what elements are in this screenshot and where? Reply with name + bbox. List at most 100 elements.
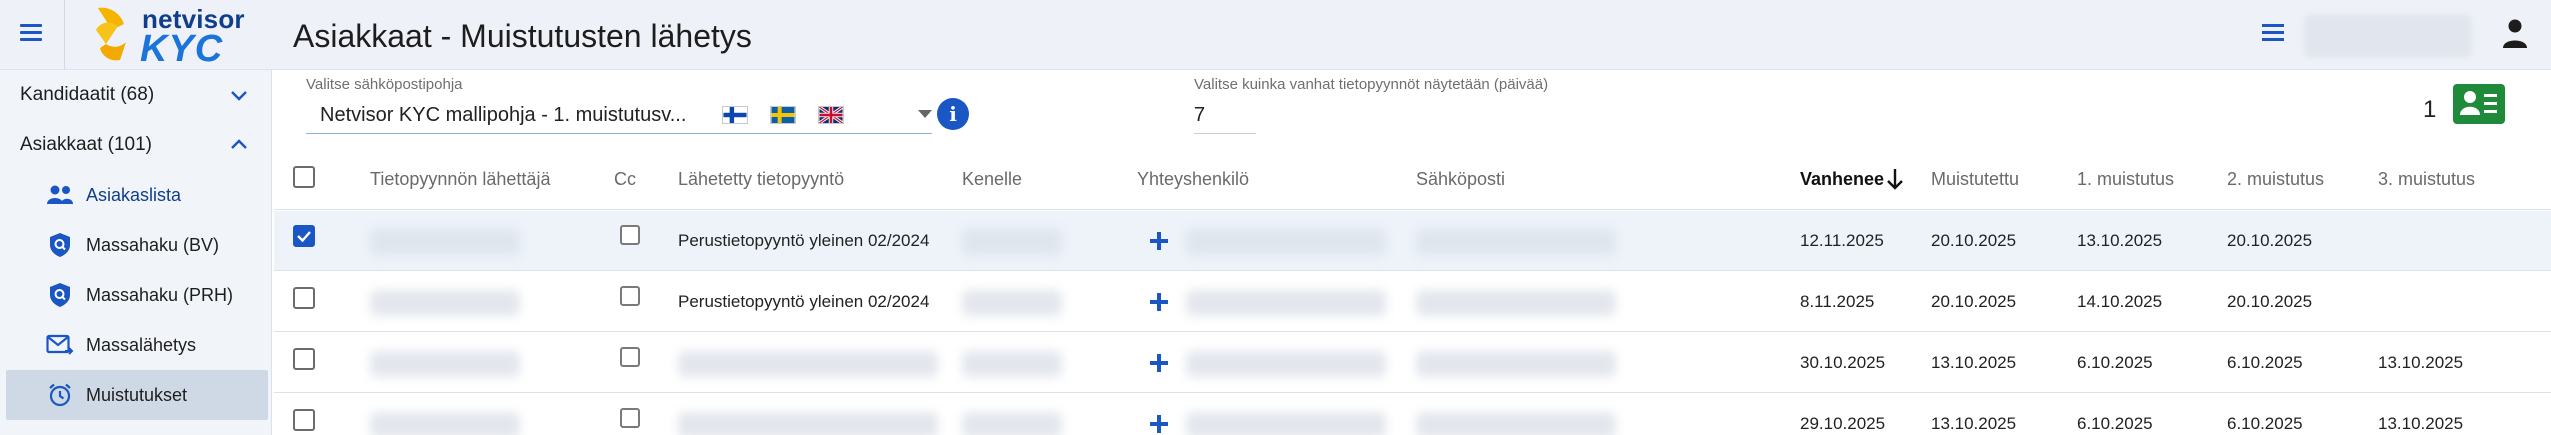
app-header: netvisor KYC Asiakkaat - Muistutusten lä… — [0, 0, 2551, 70]
chevron-up-icon[interactable] — [228, 134, 250, 156]
column-header-recipient[interactable]: Kenelle — [962, 169, 1022, 190]
sender-redacted — [370, 351, 520, 377]
user-name-redacted — [2304, 14, 2472, 58]
sender-redacted — [370, 229, 520, 255]
select-all-checkbox[interactable] — [293, 166, 315, 188]
column-header-sender[interactable]: Tietopyynnön lähettäjä — [370, 169, 550, 190]
logo-mark-icon — [96, 7, 126, 61]
table-row[interactable]: 29.10.2025 13.10.2025 6.10.2025 6.10.202… — [274, 394, 2551, 435]
reminder-2-cell: 20.10.2025 — [2227, 231, 2313, 250]
selected-count: 1 — [2423, 96, 2437, 123]
cc-checkbox[interactable] — [620, 408, 640, 428]
table-row[interactable]: Perustietopyyntö yleinen 02/2024 8.11.20… — [274, 272, 2551, 332]
recipient-redacted — [962, 412, 1062, 435]
days-input[interactable]: 7 — [1194, 96, 1256, 134]
table-row[interactable]: 30.10.2025 13.10.2025 6.10.2025 6.10.202… — [274, 333, 2551, 393]
expires-cell: 8.11.2025 — [1800, 292, 1875, 311]
reminder-2-cell: 20.10.2025 — [2227, 292, 2313, 311]
menu-icon[interactable] — [2258, 20, 2288, 50]
chevron-down-icon[interactable] — [918, 110, 932, 118]
chevron-down-icon[interactable] — [228, 84, 250, 106]
uk-flag-icon[interactable] — [818, 106, 844, 124]
row-checkbox[interactable] — [293, 225, 315, 247]
column-header-reminder-1[interactable]: 1. muistutus — [2077, 169, 2174, 190]
mail-send-icon — [46, 331, 74, 359]
sent-request-redacted — [678, 351, 938, 377]
reminded-cell: 13.10.2025 — [1931, 414, 2017, 433]
column-header-expires[interactable]: Vanhenee — [1800, 169, 1884, 190]
column-header-contact[interactable]: Yhteyshenkilö — [1137, 169, 1249, 190]
reminder-1-cell: 13.10.2025 — [2077, 231, 2163, 250]
reminder-3-cell: 13.10.2025 — [2378, 414, 2464, 433]
sidebar-item-candidates[interactable]: Kandidaatit (68) — [0, 70, 272, 120]
reminder-1-cell: 6.10.2025 — [2077, 353, 2153, 372]
shield-search-icon — [46, 281, 74, 309]
sidebar-item-label: Asiakaslista — [86, 184, 182, 205]
email-redacted — [1416, 351, 1616, 377]
add-contact-icon[interactable] — [1148, 291, 1170, 313]
contact-redacted — [1186, 351, 1386, 377]
sidebar-item-reminders[interactable]: Muistutukset — [6, 370, 268, 420]
sidebar-item-mass-search-bv[interactable]: Massahaku (BV) — [6, 220, 268, 270]
sent-request-cell: Perustietopyyntö yleinen 02/2024 — [678, 292, 930, 311]
netvisor-kyc-logo[interactable]: netvisor KYC — [90, 4, 250, 70]
contact-card-icon — [2460, 91, 2497, 115]
row-checkbox[interactable] — [293, 409, 315, 431]
sidebar-item-customer-list[interactable]: Asiakaslista — [6, 170, 268, 220]
menu-icon[interactable] — [14, 20, 48, 50]
sidebar-item-label: Asiakkaat (101) — [20, 134, 153, 155]
recipient-redacted — [962, 229, 1062, 255]
template-select-label: Valitse sähköpostipohja — [306, 76, 463, 93]
days-input-value: 7 — [1194, 104, 1206, 126]
sent-request-cell: Perustietopyyntö yleinen 02/2024 — [678, 231, 930, 250]
email-redacted — [1416, 290, 1616, 316]
reminded-cell: 20.10.2025 — [1931, 292, 2017, 311]
sidebar-item-mass-search-prh[interactable]: Massahaku (PRH) — [6, 270, 268, 320]
email-redacted — [1416, 412, 1616, 435]
sidebar-item-label: Kandidaatit (68) — [20, 84, 155, 105]
cc-checkbox[interactable] — [620, 286, 640, 306]
expires-cell: 12.11.2025 — [1800, 231, 1884, 250]
alarm-clock-icon — [46, 381, 74, 409]
row-checkbox[interactable] — [293, 348, 315, 370]
email-template-select[interactable]: Netvisor KYC mallipohja - 1. muistutusv.… — [306, 96, 932, 134]
contact-card-button[interactable] — [2453, 84, 2505, 124]
person-icon[interactable] — [2500, 16, 2530, 50]
shield-search-icon — [46, 231, 74, 259]
finland-flag-icon[interactable] — [722, 106, 748, 124]
days-filter-label: Valitse kuinka vanhat tietopyynnöt näyte… — [1194, 76, 1549, 93]
header-divider — [64, 0, 65, 70]
info-icon[interactable]: i — [937, 98, 969, 130]
column-header-reminded[interactable]: Muistutettu — [1931, 169, 2019, 190]
email-template-value: Netvisor KYC mallipohja - 1. muistutusv.… — [320, 104, 687, 126]
recipient-redacted — [962, 351, 1062, 377]
reminder-3-cell: 13.10.2025 — [2378, 353, 2464, 372]
column-header-cc[interactable]: Cc — [614, 169, 636, 190]
table-row[interactable]: Perustietopyyntö yleinen 02/2024 12.11.2… — [274, 211, 2551, 271]
sidebar-item-mass-send[interactable]: Massalähetys — [6, 320, 268, 370]
checkmark-icon — [297, 231, 311, 243]
add-contact-icon[interactable] — [1148, 230, 1170, 252]
sidebar-item-label: Massalähetys — [86, 334, 197, 355]
reminder-2-cell: 6.10.2025 — [2227, 353, 2303, 372]
contact-redacted — [1186, 229, 1386, 255]
column-header-email[interactable]: Sähköposti — [1416, 169, 1505, 190]
page-title: Asiakkaat - Muistutusten lähetys — [293, 18, 752, 54]
cc-checkbox[interactable] — [620, 347, 640, 367]
people-icon — [46, 181, 74, 209]
column-header-reminder-3[interactable]: 3. muistutus — [2378, 169, 2475, 190]
reminder-1-cell: 6.10.2025 — [2077, 414, 2153, 433]
reminder-2-cell: 6.10.2025 — [2227, 414, 2303, 433]
arrow-down-icon[interactable] — [1884, 166, 1906, 192]
reminder-1-cell: 14.10.2025 — [2077, 292, 2163, 311]
cc-checkbox[interactable] — [620, 225, 640, 245]
add-contact-icon[interactable] — [1148, 413, 1170, 435]
row-checkbox[interactable] — [293, 287, 315, 309]
sweden-flag-icon[interactable] — [770, 106, 796, 124]
recipient-redacted — [962, 290, 1062, 316]
add-contact-icon[interactable] — [1148, 352, 1170, 374]
sidebar-item-customers[interactable]: Asiakkaat (101) — [0, 120, 272, 170]
sender-redacted — [370, 412, 520, 435]
column-header-sent-request[interactable]: Lähetetty tietopyyntö — [678, 169, 844, 190]
column-header-reminder-2[interactable]: 2. muistutus — [2227, 169, 2324, 190]
